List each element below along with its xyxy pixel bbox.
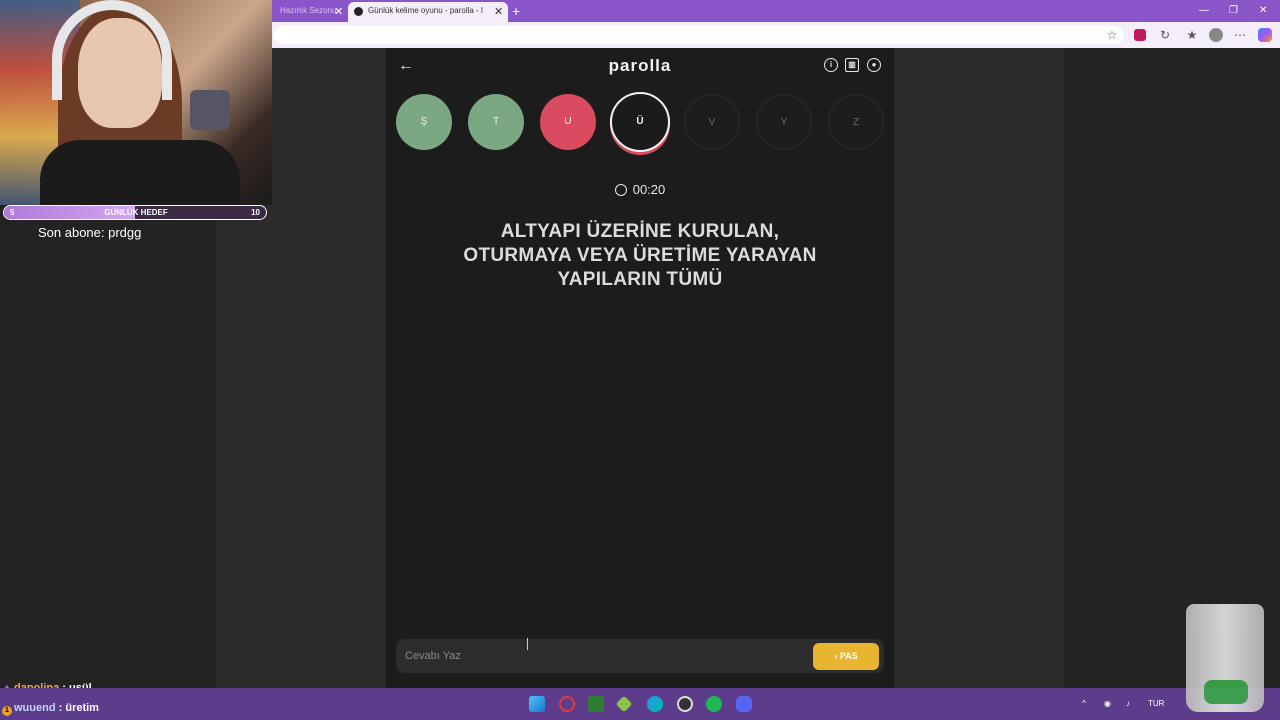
clock-icon	[614, 184, 627, 196]
letter-bubble: T	[468, 94, 524, 150]
answer-input[interactable]	[396, 639, 806, 673]
obs-icon[interactable]	[677, 696, 693, 712]
clover-icon	[1204, 680, 1248, 704]
timer: 00:20	[386, 182, 894, 197]
taskbar: ^ ◉ ♪ TUR	[0, 688, 1280, 720]
letter-bubble: V	[684, 94, 740, 150]
restore-icon[interactable]: ❐	[1229, 2, 1238, 20]
close-icon[interactable]: ✕	[1259, 2, 1267, 20]
extension-icon[interactable]	[1134, 29, 1146, 41]
tray-language[interactable]: TUR	[1148, 688, 1164, 720]
screen: Hazırlık Sezonu ✕ Günlük kelime oyunu - …	[0, 0, 1280, 720]
webcam-figurine	[190, 90, 230, 130]
mic-icon[interactable]: ♪	[1126, 688, 1130, 720]
tab-close-icon[interactable]: ✕	[334, 3, 343, 21]
game-container: ← parolla i ▥ ● Ş T U Ü V Y Z 00:20 ALTY…	[386, 48, 894, 688]
spotify-icon[interactable]	[706, 696, 722, 712]
windows-icon[interactable]	[529, 696, 545, 712]
last-subscriber: Son abone: prdgg	[38, 225, 142, 240]
address-bar[interactable]	[274, 26, 1124, 44]
clover-jar-widget	[1186, 604, 1264, 712]
chevron-right-icon: ›	[834, 651, 838, 661]
timer-value: 00:20	[632, 182, 666, 197]
game-logo: parolla	[608, 56, 672, 75]
chat-user: wuuend	[14, 702, 56, 714]
network-icon[interactable]: ◉	[1104, 688, 1111, 720]
letter-bubble-current: Ü	[610, 92, 670, 152]
avatar[interactable]	[1209, 28, 1223, 42]
chat-message: 1 wuuend : üretim	[2, 702, 99, 716]
daily-goal-bar: 5 GÜNLÜK HEDEF 10	[3, 205, 267, 220]
more-icon[interactable]: ⋯	[1233, 28, 1247, 42]
webcam-shirt	[40, 140, 240, 205]
terminal-icon[interactable]	[588, 696, 604, 712]
letter-bubble: Z	[828, 94, 884, 150]
info-icon[interactable]: i	[824, 58, 838, 72]
goal-label: GÜNLÜK HEDEF	[104, 208, 168, 217]
vpn-icon[interactable]	[615, 695, 633, 713]
parolla-favicon-icon	[354, 7, 363, 16]
tray-chevron-icon[interactable]: ^	[1082, 688, 1086, 720]
letter-bubble: Y	[756, 94, 812, 150]
edge-icon[interactable]	[647, 696, 663, 712]
bits-badge-icon: 1	[2, 706, 12, 716]
favorites-icon[interactable]: ★	[1185, 28, 1199, 42]
answer-box: › PAS	[396, 639, 884, 673]
game-header: ← parolla i ▥ ●	[386, 48, 894, 84]
tab-parolla[interactable]: Günlük kelime oyunu - parolla - l	[348, 2, 508, 22]
minimize-icon[interactable]: —	[1199, 2, 1209, 20]
letter-bubble: U	[540, 94, 596, 150]
chat-text: üretim	[65, 702, 99, 714]
pass-button[interactable]: › PAS	[813, 643, 879, 670]
opera-icon[interactable]	[559, 696, 575, 712]
tab-close-icon[interactable]: ✕	[494, 3, 503, 21]
text-cursor-icon	[527, 638, 531, 650]
chat-sep: :	[55, 702, 66, 714]
plus-icon[interactable]: +	[512, 1, 520, 21]
tab-label: Günlük kelime oyunu - parolla - l	[368, 6, 483, 15]
pass-label: PAS	[839, 651, 858, 661]
copilot-icon[interactable]	[1258, 28, 1272, 42]
right-panel	[1064, 48, 1280, 688]
tab-label: Hazırlık Sezonu	[280, 6, 337, 15]
discord-icon[interactable]	[736, 696, 752, 712]
profile-icon[interactable]: ●	[867, 58, 881, 72]
webcam-feed	[0, 0, 272, 205]
question-text: ALTYAPI ÜZERİNE KURULAN, OTURMAYA VEYA ÜR…	[463, 221, 817, 290]
goal-target: 10	[251, 208, 260, 217]
page-margin-right	[894, 48, 1064, 688]
star-icon[interactable]: ☆	[1105, 28, 1119, 42]
stats-icon[interactable]: ▥	[845, 58, 859, 72]
sync-icon[interactable]: ↻	[1158, 28, 1172, 42]
letter-bubble: Ş	[396, 94, 452, 150]
